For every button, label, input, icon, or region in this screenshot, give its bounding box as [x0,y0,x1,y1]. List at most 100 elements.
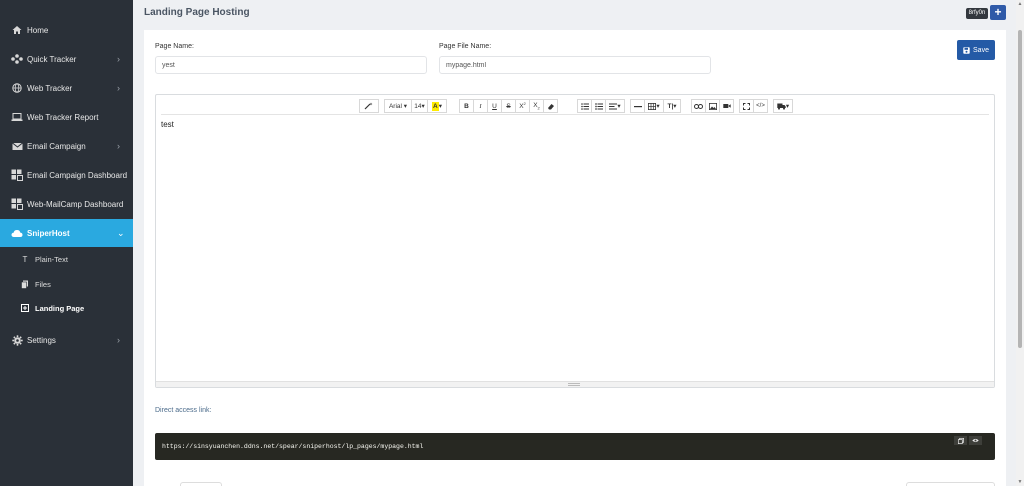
text-height-icon: T| [667,102,674,110]
text-size-dropdown[interactable]: T| ▾ [663,99,681,113]
subscript-icon: X2 [533,101,540,111]
sidebar-item-label: Email Campaign [27,141,86,151]
align-left-icon [609,103,618,109]
files-icon [21,279,29,289]
landing-page-form-card: Page Name: Page File Name: Save Arial ▾ … [144,30,1006,486]
clear-format-button[interactable] [543,99,558,113]
font-name-dropdown[interactable]: Arial ▾ [384,99,412,113]
sidebar-item-email-campaign-dashboard[interactable]: Email Campaign Dashboard [0,161,133,189]
bottom-right-control[interactable] [906,482,995,486]
toolbar-group-misc: ▾ [773,99,793,113]
subscript-button[interactable]: X2 [529,99,544,113]
toolbar-group-paragraph: ▾ [577,99,625,113]
save-button[interactable]: Save [957,40,995,60]
page-scrollbar[interactable]: ▲ ▼ [1016,0,1024,486]
editor-content[interactable]: test [161,120,174,129]
sidebar-subitem-files[interactable]: Files [0,272,133,296]
tracker-icon [11,53,23,65]
file-name-input[interactable] [439,56,711,74]
bold-button[interactable]: B [459,99,474,113]
strikethrough-icon: S [506,102,511,110]
grip-icon [568,383,580,386]
sidebar-item-home[interactable]: Home [0,16,133,44]
horizontal-rule-button[interactable] [630,99,645,113]
sidebar-item-web-tracker[interactable]: Web Tracker › [0,74,133,102]
video-button[interactable] [719,99,734,113]
page-title: Landing Page Hosting [144,7,250,18]
bottom-left-control[interactable] [180,482,222,486]
bold-icon: B [464,102,469,110]
cloud-icon [11,227,23,239]
underline-button[interactable]: U [487,99,502,113]
video-icon [722,104,731,108]
code-icon: </> [756,103,765,109]
link-button[interactable] [691,99,706,113]
sidebar-item-web-mailcamp-dashboard[interactable]: Web-MailCamp Dashboard [0,190,133,218]
sidebar-item-quick-tracker[interactable]: Quick Tracker › [0,45,133,73]
sidebar-item-web-tracker-report[interactable]: Web Tracker Report [0,103,133,131]
copy-button[interactable] [954,436,967,445]
align-dropdown[interactable]: ▾ [605,99,625,113]
unordered-list-button[interactable] [577,99,592,113]
font-color-button[interactable]: A ▾ [427,99,447,113]
code-view-button[interactable]: </> [753,99,768,113]
view-button[interactable] [969,436,982,445]
save-button-label: Save [973,46,989,54]
table-dropdown[interactable]: ▾ [644,99,664,113]
editor-resize-handle[interactable] [156,381,994,387]
image-icon [708,102,717,110]
chevron-right-icon: › [117,141,120,151]
sidebar-subitem-plain-text[interactable]: T Plain-Text [0,247,133,271]
sidebar-item-label: Web-MailCamp Dashboard [27,199,124,209]
envelope-icon [11,140,23,152]
ordered-list-button[interactable] [591,99,606,113]
delivery-dropdown[interactable]: ▾ [773,99,793,113]
truck-icon [777,103,786,110]
add-button[interactable]: + [990,5,1006,20]
page-header: Landing Page Hosting 8rfy0n + [133,0,1016,28]
sidebar-item-email-campaign[interactable]: Email Campaign › [0,132,133,160]
chevron-right-icon: › [117,83,120,93]
direct-link-box: https://sinsyuanchen.ddns.net/spear/snip… [155,433,995,460]
sidebar-subitem-landing-page[interactable]: Landing Page [0,296,133,320]
globe-icon [11,82,23,94]
font-size-dropdown[interactable]: 14 ▾ [411,99,428,113]
sidebar-item-label: Web Tracker Report [27,112,99,122]
chevron-right-icon: › [117,54,120,64]
sidebar-subitem-label: Landing Page [35,303,85,313]
font-name-value: Arial [388,102,402,110]
fullscreen-button[interactable] [739,99,754,113]
toolbar-group-font: Arial ▾ 14 ▾ A ▾ [384,99,447,113]
page-name-input[interactable] [155,56,427,74]
bullet-list-icon [580,102,589,110]
superscript-button[interactable]: X2 [515,99,530,113]
laptop-icon [11,111,23,123]
sidebar-item-sniperhost[interactable]: SniperHost ⌄ [0,219,133,247]
italic-button[interactable]: I [473,99,488,113]
scroll-thumb[interactable] [1018,30,1022,348]
text-icon: T [22,254,28,264]
sidebar-subitem-label: Plain-Text [35,254,68,264]
toolbar-group-view: </> [739,99,768,113]
toolbar-group-style [359,99,379,113]
dashboard-icon [11,198,23,210]
strikethrough-button[interactable]: S [501,99,516,113]
sidebar-subitem-label: Files [35,279,51,289]
sidebar-item-label: Email Campaign Dashboard [27,170,128,180]
sidebar-item-label: Settings [27,335,56,345]
scroll-down-icon[interactable]: ▼ [1017,479,1023,485]
toolbar-group-insert [691,99,734,113]
eye-icon [972,438,979,443]
image-button[interactable] [705,99,720,113]
eraser-icon [547,103,554,109]
scroll-up-icon[interactable]: ▲ [1017,1,1023,7]
sidebar-item-label: Quick Tracker [27,54,77,64]
direct-link-url[interactable]: https://sinsyuanchen.ddns.net/spear/snip… [162,443,423,450]
sidebar-item-settings[interactable]: Settings › [0,326,133,354]
id-badge: 8rfy0n [966,8,988,19]
file-name-label: Page File Name: [439,43,492,50]
font-size-value: 14 [414,102,422,110]
toolbar-group-format: B I U S X2 X2 [459,99,558,113]
magic-style-button[interactable] [359,99,379,113]
page-icon [21,303,29,313]
